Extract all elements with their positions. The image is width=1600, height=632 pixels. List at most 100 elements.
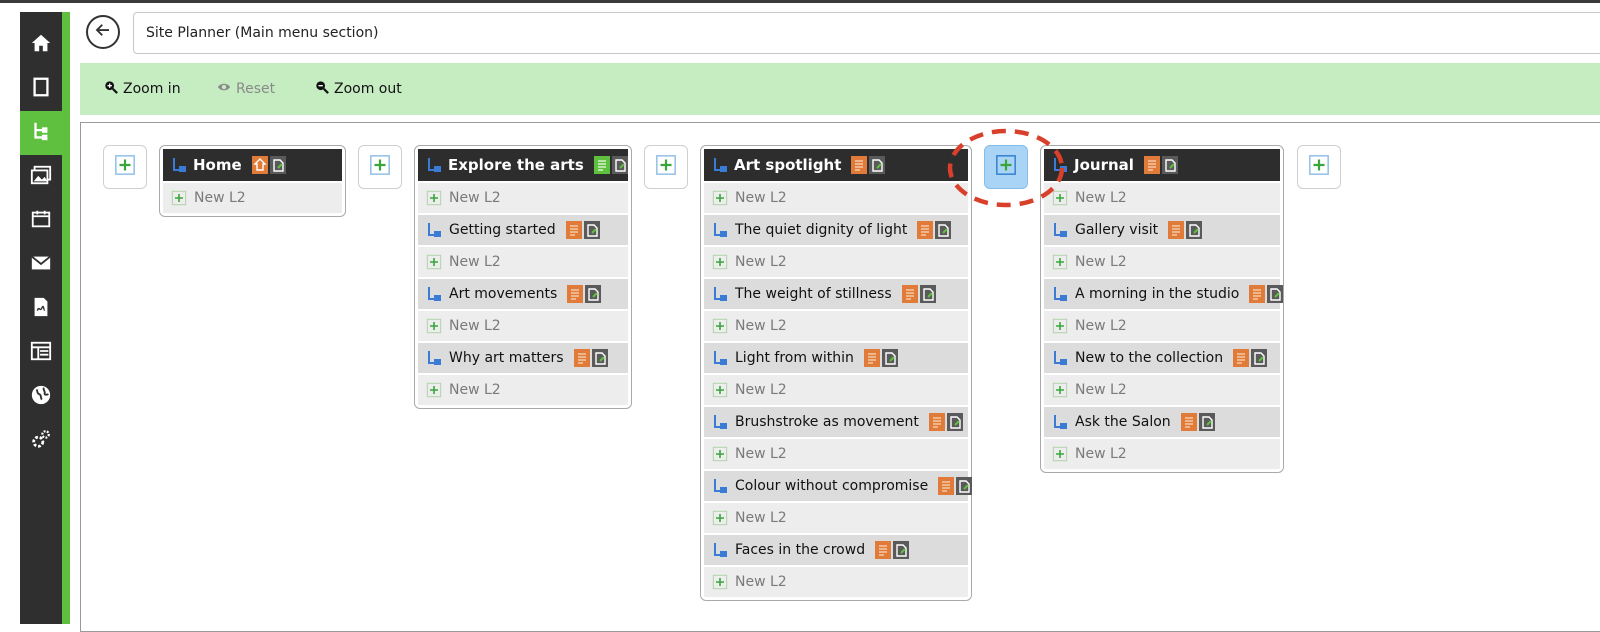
new-l2-item[interactable]: New L2	[1044, 311, 1280, 341]
sidebar-item-settings[interactable]	[20, 419, 62, 463]
add-column-button[interactable]	[644, 145, 688, 189]
column-header[interactable]: Journal	[1044, 149, 1280, 181]
new-l2-item[interactable]: New L2	[1044, 183, 1280, 213]
edit-page-icon[interactable]	[269, 156, 286, 174]
sidebar-item-layout[interactable]	[20, 331, 62, 375]
new-l2-item[interactable]: New L2	[418, 311, 628, 341]
add-column-button[interactable]	[103, 145, 147, 189]
page-item[interactable]: Colour without compromise	[704, 471, 973, 501]
new-l2-item[interactable]: New L2	[1044, 247, 1280, 277]
page-item[interactable]: Ask the Salon	[1044, 407, 1280, 437]
zoom-out-button[interactable]: Zoom out	[315, 63, 402, 115]
page-item[interactable]: A morning in the studio	[1044, 279, 1284, 309]
edit-page-icon[interactable]	[591, 349, 608, 367]
sidebar-item-calendar[interactable]	[20, 199, 62, 243]
page-type-icon[interactable]	[851, 156, 868, 174]
new-l2-item[interactable]: New L2	[163, 183, 342, 213]
new-l2-item[interactable]: New L2	[418, 375, 628, 405]
zoom-in-button[interactable]: Zoom in	[104, 63, 181, 115]
page-type-icon[interactable]	[1143, 156, 1160, 174]
sidebar-item-home[interactable]	[20, 23, 62, 67]
new-l2-item[interactable]: New L2	[704, 503, 968, 533]
calendar-icon	[30, 208, 52, 234]
page-type-icon[interactable]	[938, 477, 955, 495]
tree-node-icon	[426, 222, 442, 238]
edit-page-icon[interactable]	[583, 221, 600, 239]
page-item[interactable]: Brushstroke as movement	[704, 407, 968, 437]
column-header[interactable]: Art spotlight	[704, 149, 968, 181]
sidebar-item-mail[interactable]	[20, 243, 62, 287]
edit-page-icon[interactable]	[956, 477, 973, 495]
new-l2-item[interactable]: New L2	[1044, 375, 1280, 405]
page-type-icon[interactable]	[1249, 285, 1266, 303]
page-label: Getting started	[449, 222, 556, 238]
edit-page-icon[interactable]	[1251, 349, 1268, 367]
page-item[interactable]: Getting started	[418, 215, 628, 245]
page-type-icon[interactable]	[1180, 413, 1197, 431]
top-bar	[0, 0, 1600, 3]
edit-page-icon[interactable]	[1267, 285, 1284, 303]
page-label: Light from within	[735, 350, 854, 366]
edit-page-icon[interactable]	[881, 349, 898, 367]
plus-icon	[712, 446, 728, 462]
edit-page-icon[interactable]	[869, 156, 886, 174]
add-column-button[interactable]	[1297, 145, 1341, 189]
published-page-icon[interactable]	[593, 156, 610, 174]
edit-page-icon[interactable]	[919, 285, 936, 303]
sidebar-item-site-planner[interactable]	[20, 111, 62, 155]
new-l2-item[interactable]: New L2	[704, 439, 968, 469]
edit-page-icon[interactable]	[611, 156, 628, 174]
sidebar-item-gallery[interactable]	[20, 155, 62, 199]
page-item[interactable]: Faces in the crowd	[704, 535, 968, 565]
add-column-button[interactable]	[358, 145, 402, 189]
arrow-left-icon	[94, 21, 112, 43]
page-type-icon[interactable]	[928, 413, 945, 431]
page-label: The quiet dignity of light	[735, 222, 908, 238]
tree-node-icon	[712, 350, 728, 366]
sidebar-item-page[interactable]	[20, 67, 62, 111]
page-item[interactable]: Art movements	[418, 279, 628, 309]
new-l2-item[interactable]: New L2	[704, 247, 968, 277]
reset-label: Reset	[236, 81, 276, 97]
edit-page-icon[interactable]	[946, 413, 963, 431]
page-item[interactable]: The quiet dignity of light	[704, 215, 968, 245]
new-l2-item[interactable]: New L2	[418, 247, 628, 277]
page-type-icon[interactable]	[901, 285, 918, 303]
sidebar-item-web[interactable]	[20, 375, 62, 419]
page-item[interactable]: New to the collection	[1044, 343, 1280, 373]
edit-page-icon[interactable]	[1198, 413, 1215, 431]
sidebar-item-documents[interactable]	[20, 287, 62, 331]
page-type-icon[interactable]	[1168, 221, 1185, 239]
page-type-icon[interactable]	[863, 349, 880, 367]
plus-icon	[1052, 446, 1068, 462]
edit-page-icon[interactable]	[1161, 156, 1178, 174]
page-type-icon[interactable]	[565, 221, 582, 239]
plus-icon	[712, 382, 728, 398]
new-l2-item[interactable]: New L2	[704, 311, 968, 341]
page-item[interactable]: Why art matters	[418, 343, 628, 373]
page-item[interactable]: Gallery visit	[1044, 215, 1280, 245]
new-l2-item[interactable]: New L2	[704, 567, 968, 597]
new-l2-item[interactable]: New L2	[704, 375, 968, 405]
column-header[interactable]: Explore the arts	[418, 149, 628, 181]
page-type-icon[interactable]	[875, 541, 892, 559]
edit-page-icon[interactable]	[585, 285, 602, 303]
new-l2-item[interactable]: New L2	[1044, 439, 1280, 469]
home-page-icon[interactable]	[251, 156, 268, 174]
edit-page-icon[interactable]	[935, 221, 952, 239]
reset-button[interactable]: Reset	[217, 63, 275, 115]
page-item[interactable]: Light from within	[704, 343, 968, 373]
page-type-icon[interactable]	[567, 285, 584, 303]
page-type-icon[interactable]	[917, 221, 934, 239]
back-button[interactable]	[86, 15, 120, 49]
page-type-icon[interactable]	[573, 349, 590, 367]
edit-page-icon[interactable]	[893, 541, 910, 559]
new-l2-item[interactable]: New L2	[418, 183, 628, 213]
page-type-icon[interactable]	[1233, 349, 1250, 367]
edit-page-icon[interactable]	[1186, 221, 1203, 239]
add-column-button[interactable]	[984, 145, 1028, 189]
page-label: Colour without compromise	[735, 478, 929, 494]
page-item[interactable]: The weight of stillness	[704, 279, 968, 309]
column-header[interactable]: Home	[163, 149, 342, 181]
new-l2-item[interactable]: New L2	[704, 183, 968, 213]
